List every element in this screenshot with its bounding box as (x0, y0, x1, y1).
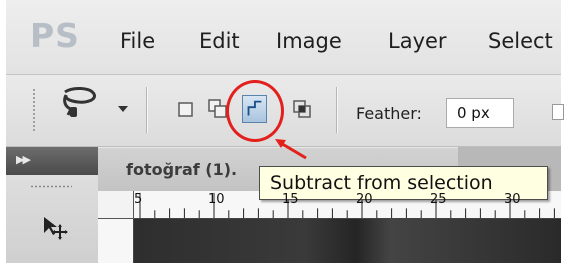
options-separator (146, 87, 147, 133)
lasso-tool-icon[interactable] (56, 83, 102, 123)
anti-alias-checkbox[interactable] (552, 104, 564, 120)
menu-layer[interactable]: Layer (388, 28, 447, 54)
menu-image[interactable]: Image (276, 28, 342, 54)
document-tab-title: fotoğraf (1). (126, 160, 238, 179)
options-separator (336, 87, 337, 133)
expand-panels-icon[interactable]: ▶▶ (16, 153, 31, 166)
ruler-tick-label: 25 (430, 192, 447, 207)
feather-label: Feather: (356, 104, 422, 123)
new-selection-icon[interactable] (174, 95, 199, 123)
ruler-tick-label: 30 (504, 192, 521, 207)
tools-panel-grip[interactable] (30, 185, 72, 188)
tool-preset-dropdown-arrow-icon[interactable] (118, 106, 128, 112)
feather-input[interactable]: 0 px (446, 98, 514, 128)
tools-panel-header: ▶▶ (6, 147, 98, 175)
ruler-tick-label: 10 (208, 192, 225, 207)
document-canvas[interactable] (134, 219, 561, 263)
tools-panel (6, 175, 99, 263)
menu-file[interactable]: File (120, 28, 155, 54)
menu-select[interactable]: Select (488, 28, 553, 54)
move-tool-icon[interactable] (42, 215, 68, 241)
options-bar-grip[interactable] (32, 88, 36, 132)
ruler-tick-label: 15 (282, 192, 299, 207)
intersect-with-selection-icon[interactable] (290, 95, 315, 123)
menu-edit[interactable]: Edit (199, 28, 240, 54)
ruler-origin[interactable] (98, 191, 134, 219)
photoshop-logo: PS (30, 16, 80, 55)
ruler-tick-label: 20 (356, 192, 373, 207)
ruler-tick-label: 5 (134, 192, 143, 207)
photoshop-window: PS File Edit Image Layer Select ▶▶ fotoğ… (6, 0, 561, 263)
menu-bar: PS File Edit Image Layer Select (6, 0, 561, 75)
vertical-ruler[interactable] (98, 219, 134, 263)
annotation-circle (226, 80, 284, 142)
ruler-labels: 5 10 15 20 25 30 (134, 191, 561, 219)
